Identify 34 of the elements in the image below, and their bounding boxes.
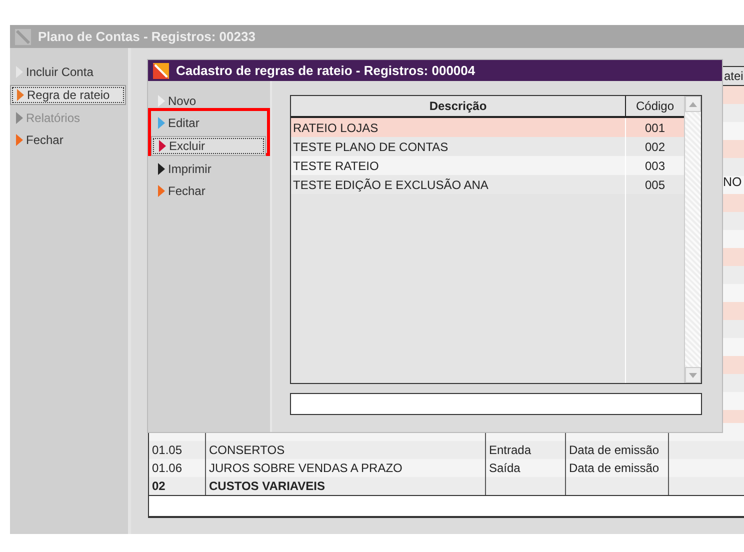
action-item[interactable]: Excluir bbox=[151, 136, 266, 156]
table-cell: NO bbox=[723, 175, 742, 189]
triangle-icon bbox=[158, 95, 165, 107]
sidebar-item[interactable]: Incluir Conta bbox=[10, 63, 126, 81]
column-header: Código bbox=[634, 98, 676, 115]
action-item[interactable]: Novo bbox=[151, 92, 266, 110]
table-row[interactable]: TESTE RATEIO 003 bbox=[291, 156, 684, 175]
dialog-title: Cadastro de regras de rateio - Registros: 000004 bbox=[176, 63, 476, 78]
action-item[interactable]: Fechar bbox=[151, 182, 266, 200]
action-item[interactable]: Editar bbox=[151, 114, 266, 132]
scroll-down-button[interactable] bbox=[685, 367, 701, 383]
scrollbar[interactable] bbox=[684, 96, 701, 383]
table-row[interactable]: TESTE PLANO DE CONTAS 002 bbox=[291, 137, 684, 156]
triangle-icon bbox=[158, 163, 165, 175]
triangle-icon bbox=[158, 185, 165, 197]
column-header: atei bbox=[724, 69, 744, 83]
logo-icon bbox=[152, 62, 170, 80]
table-row[interactable]: RATEIO LOJAS 001 bbox=[291, 118, 684, 137]
up-arrow-icon bbox=[689, 102, 697, 106]
triangle-icon bbox=[158, 117, 165, 129]
table-row[interactable]: TESTE EDIÇÃO E EXCLUSÃO ANA 005 bbox=[291, 175, 684, 194]
window-title: Plano de Contas - Registros: 00233 bbox=[38, 29, 256, 44]
triangle-icon bbox=[16, 134, 23, 146]
triangle-icon bbox=[17, 89, 24, 101]
sidebar-item[interactable]: Regra de rateio bbox=[10, 85, 126, 105]
down-arrow-icon bbox=[689, 372, 697, 378]
input-field[interactable] bbox=[290, 393, 702, 415]
triangle-icon bbox=[16, 112, 23, 124]
triangle-icon bbox=[159, 140, 166, 152]
action-item[interactable]: Imprimir bbox=[151, 160, 266, 178]
sidebar-item[interactable]: Fechar bbox=[10, 131, 126, 149]
logo-icon bbox=[14, 28, 32, 46]
column-header: Descrição bbox=[291, 96, 626, 116]
scroll-up-button[interactable] bbox=[685, 96, 701, 112]
